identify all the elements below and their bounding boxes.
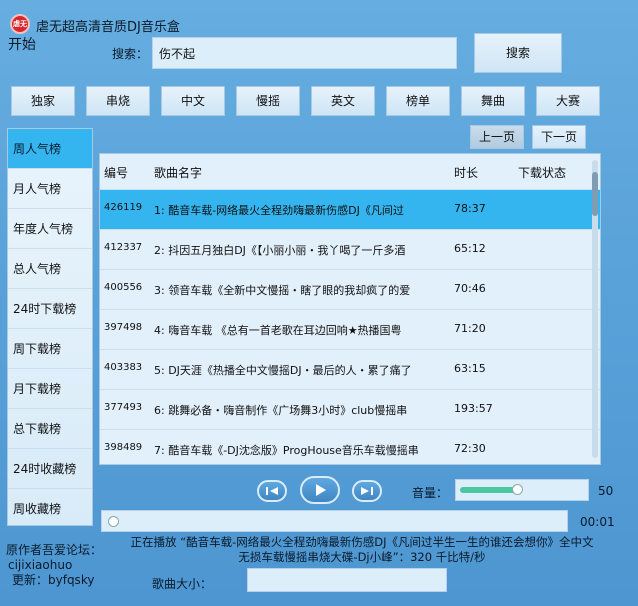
category-button-charts[interactable]: 榜单 <box>386 86 450 116</box>
column-header-id[interactable]: 编号 <box>104 164 128 181</box>
table-row[interactable]: 397498 4: 嗨音车载 《总有一首老歌在耳边回响★热播国粤 71:20 <box>100 309 600 349</box>
song-size-field <box>247 568 447 592</box>
song-name-cell: 6: 跳舞必备・嗨音制作《广场舞3小时》club慢摇串 <box>154 404 408 417</box>
volume-label: 音量： <box>412 486 449 500</box>
skip-back-icon <box>266 487 278 495</box>
next-page-button[interactable]: 下一页 <box>532 125 586 149</box>
song-name-cell: 4: 嗨音车载 《总有一首老歌在耳边回响★热播国粤 <box>154 324 402 337</box>
now-playing-info: 正在播放 “酷音车载-网络最火全程劲嗨最新伤感DJ《凡间过半生一生的谁还会想你》… <box>92 535 632 565</box>
song-id-cell: 426119 <box>104 202 143 213</box>
song-name-cell: 3: 领音车载《全新中文慢摇・瞎了眼的我却疯了的爱 <box>154 284 411 297</box>
song-duration-cell: 63:15 <box>454 362 486 375</box>
volume-slider-fill <box>460 487 516 493</box>
song-id-cell: 412337 <box>104 242 143 253</box>
song-duration-cell: 78:37 <box>454 202 486 215</box>
author-info: 原作者吾爱论坛： cijixiaohuo 更新：byfqsky <box>6 543 102 588</box>
table-row[interactable]: 400556 3: 领音车载《全新中文慢摇・瞎了眼的我却疯了的爱 70:46 <box>100 269 600 309</box>
sidebar-item-weekly-downloads[interactable]: 周下载榜 <box>8 329 92 369</box>
song-duration-cell: 193:57 <box>454 402 493 415</box>
playback-time: 00:01 <box>580 515 615 529</box>
song-id-cell: 398489 <box>104 442 143 453</box>
sidebar-item-24h-favorites[interactable]: 24时收藏榜 <box>8 449 92 489</box>
previous-track-button[interactable] <box>257 480 287 502</box>
sidebar-item-monthly-popular[interactable]: 月人气榜 <box>8 169 92 209</box>
song-id-cell: 377493 <box>104 402 143 413</box>
now-playing-line-2: 无损车载慢摇串烧大碟-Dj小峰”：320 千比特/秒 <box>238 550 486 564</box>
song-duration-cell: 72:30 <box>454 442 486 455</box>
song-name-cell: 5: DJ天涯《热播全中文慢摇DJ・最后的人・累了痛了 <box>154 364 412 377</box>
song-duration-cell: 65:12 <box>454 242 486 255</box>
table-row[interactable]: 377493 6: 跳舞必备・嗨音制作《广场舞3小时》club慢摇串 193:57 <box>100 389 600 429</box>
playback-progress-handle[interactable] <box>108 516 119 527</box>
playback-progress-slider[interactable] <box>101 510 568 532</box>
category-button-english[interactable]: 英文 <box>311 86 375 116</box>
ranking-sidebar: 周人气榜 月人气榜 年度人气榜 总人气榜 24时下载榜 周下载榜 月下载榜 总下… <box>7 128 93 526</box>
table-scrollbar[interactable] <box>592 160 598 458</box>
play-icon <box>316 484 326 496</box>
song-table: 编号 歌曲名字 时长 下载状态 426119 1: 酷音车载-网络最火全程劲嗨最新… <box>99 153 601 465</box>
table-row[interactable]: 403383 5: DJ天涯《热播全中文慢摇DJ・最后的人・累了痛了 63:15 <box>100 349 600 389</box>
song-duration-cell: 71:20 <box>454 322 486 335</box>
category-button-medley[interactable]: 串烧 <box>86 86 150 116</box>
volume-value: 50 <box>598 484 614 498</box>
volume-slider[interactable] <box>455 479 589 501</box>
column-header-download-status[interactable]: 下载状态 <box>518 164 566 181</box>
previous-page-button[interactable]: 上一页 <box>470 125 524 149</box>
sidebar-item-yearly-popular[interactable]: 年度人气榜 <box>8 209 92 249</box>
window-title: 虐无超高清音质DJ音乐盒 <box>36 20 180 35</box>
skip-forward-icon <box>361 487 373 495</box>
column-header-name[interactable]: 歌曲名字 <box>154 164 202 181</box>
app-logo-icon: 虐无 <box>10 14 30 34</box>
category-button-exclusive[interactable]: 独家 <box>11 86 75 116</box>
sidebar-item-total-popular[interactable]: 总人气榜 <box>8 249 92 289</box>
category-button-dance[interactable]: 舞曲 <box>461 86 525 116</box>
song-id-cell: 403383 <box>104 362 143 373</box>
now-playing-line-1: 正在播放 “酷音车载-网络最火全程劲嗨最新伤感DJ《凡间过半生一生的谁还会想你》… <box>130 535 594 549</box>
volume-slider-handle[interactable] <box>511 484 523 495</box>
table-header: 编号 歌曲名字 时长 下载状态 <box>100 154 600 189</box>
column-header-duration[interactable]: 时长 <box>454 164 478 181</box>
song-name-cell: 7: 酷音车载《-DJ沈念版》ProgHouse音乐车载慢摇串 <box>154 444 419 457</box>
search-label: 搜索： <box>112 47 149 61</box>
category-button-slow-rock[interactable]: 慢摇 <box>236 86 300 116</box>
song-duration-cell: 70:46 <box>454 282 486 295</box>
author-name: cijixiaohuo <box>8 558 73 572</box>
table-row[interactable]: 426119 1: 酷音车载-网络最火全程劲嗨最新伤感DJ《凡间过 78:37 <box>100 189 600 229</box>
update-credit: 更新：byfqsky <box>12 573 95 587</box>
sidebar-item-total-downloads[interactable]: 总下载榜 <box>8 409 92 449</box>
category-button-contest[interactable]: 大赛 <box>536 86 600 116</box>
search-button[interactable]: 搜索 <box>474 33 562 73</box>
next-track-button[interactable] <box>352 480 382 502</box>
sidebar-item-weekly-favorites[interactable]: 周收藏榜 <box>8 489 92 529</box>
start-menu[interactable]: 开始 <box>8 34 36 54</box>
play-button[interactable] <box>300 476 340 504</box>
song-id-cell: 397498 <box>104 322 143 333</box>
song-name-cell: 1: 酷音车载-网络最火全程劲嗨最新伤感DJ《凡间过 <box>154 204 404 217</box>
category-button-chinese[interactable]: 中文 <box>161 86 225 116</box>
sidebar-item-weekly-popular[interactable]: 周人气榜 <box>8 129 92 169</box>
song-size-label: 歌曲大小： <box>152 577 213 591</box>
sidebar-item-monthly-downloads[interactable]: 月下载榜 <box>8 369 92 409</box>
song-name-cell: 2: 抖因五月独白DJ《【小丽小丽・我丫喝了一斤多酒 <box>154 244 406 257</box>
table-row[interactable]: 412337 2: 抖因五月独白DJ《【小丽小丽・我丫喝了一斤多酒 65:12 <box>100 229 600 269</box>
song-id-cell: 400556 <box>104 282 143 293</box>
table-row[interactable]: 398489 7: 酷音车载《-DJ沈念版》ProgHouse音乐车载慢摇串 72:… <box>100 429 600 464</box>
author-line: 原作者吾爱论坛： <box>6 543 103 557</box>
table-scrollbar-thumb[interactable] <box>592 172 598 216</box>
search-input[interactable] <box>152 37 457 69</box>
sidebar-item-24h-downloads[interactable]: 24时下载榜 <box>8 289 92 329</box>
